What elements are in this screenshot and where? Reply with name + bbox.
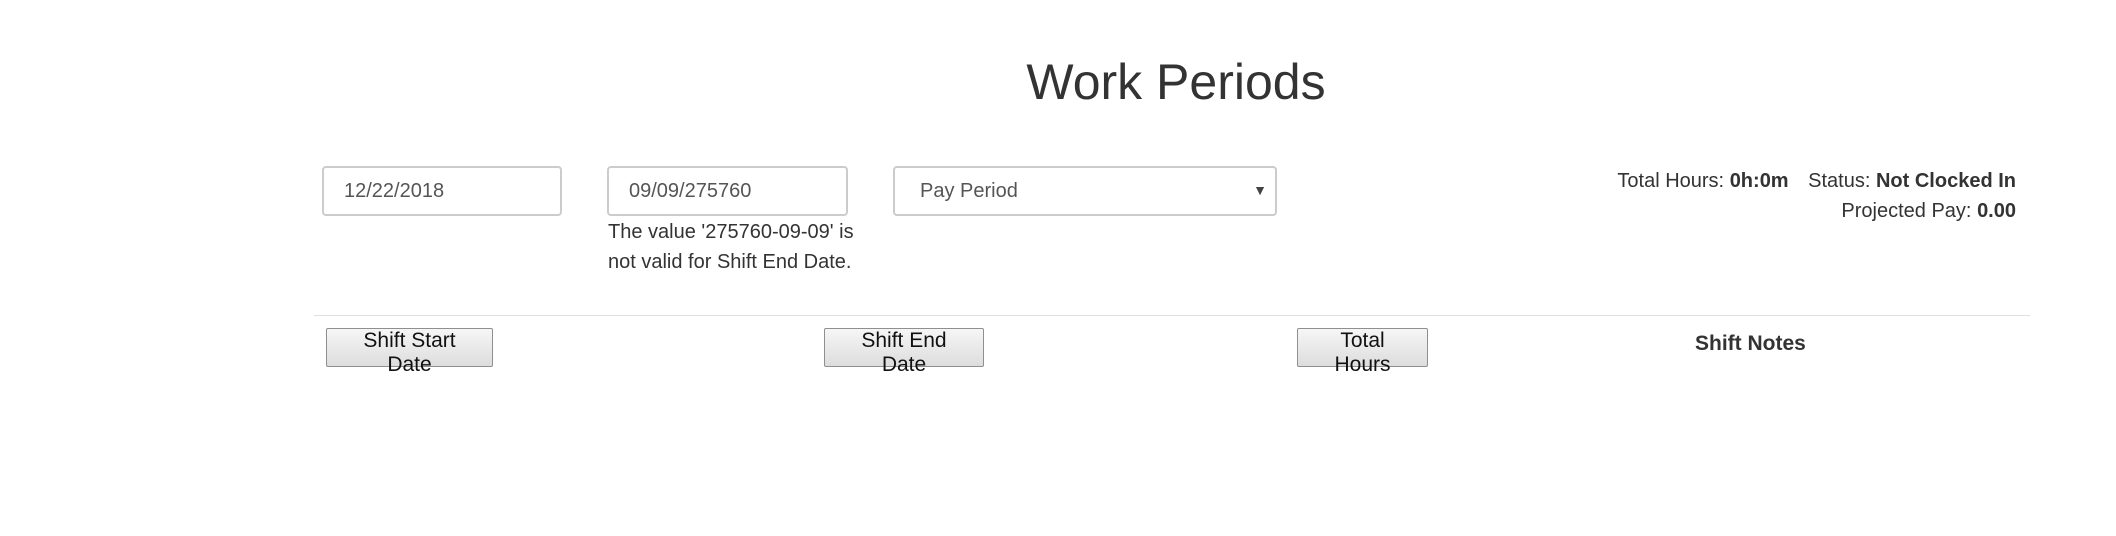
pay-period-select[interactable]: Pay Period ▼ (893, 166, 1277, 216)
pay-period-select-value: Pay Period (920, 180, 1018, 202)
table-divider (314, 315, 2030, 316)
status-value: Not Clocked In (1875, 170, 2016, 192)
sort-total-hours-button[interactable]: Total Hours (1297, 328, 1428, 376)
shift-notes-header: Shift Notes (1695, 332, 1806, 355)
hours-summary: Total Hours: 0h:0m Status: Not Clocked I… (1617, 166, 2016, 226)
status-label: Status: (1808, 170, 1871, 192)
page-title: Work Periods (1026, 54, 1326, 110)
total-hours-label: Total Hours: (1617, 170, 1725, 192)
sort-shift-start-date-button[interactable]: Shift Start Date (326, 328, 493, 376)
summary-line-1: Total Hours: 0h:0m Status: Not Clocked I… (1617, 166, 2016, 196)
chevron-down-icon: ▼ (1253, 182, 1267, 198)
summary-line-2: Projected Pay: 0.00 (1617, 196, 2016, 226)
shift-end-date-input[interactable] (607, 166, 848, 216)
projected-pay-value: 0.00 (1977, 200, 2016, 222)
projected-pay-label: Projected Pay: (1841, 200, 1972, 222)
end-date-validation-message: The value '275760-09-09' is not valid fo… (608, 221, 854, 273)
sort-shift-end-date-button[interactable]: Shift End Date (824, 328, 984, 376)
shift-start-date-input[interactable] (322, 166, 562, 216)
work-periods-page: Work Periods Pay Period ▼ The value '275… (0, 0, 2116, 536)
total-hours-value: 0h:0m (1729, 170, 1789, 192)
